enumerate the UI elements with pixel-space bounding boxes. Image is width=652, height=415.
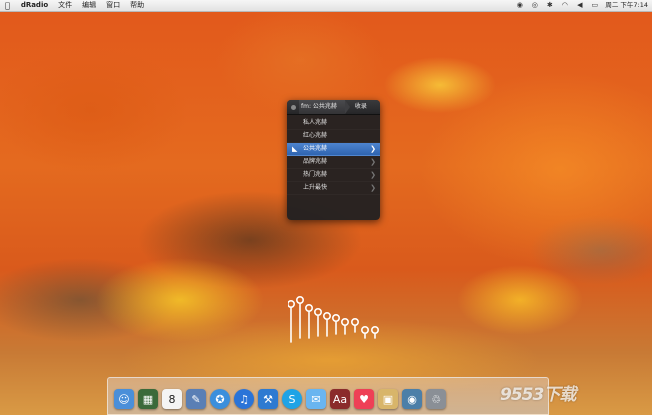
watermark: 9553下载 bbox=[500, 385, 576, 405]
channel-label: 公共兆赫 bbox=[303, 145, 328, 152]
bluetooth-icon[interactable]: ✱ bbox=[545, 2, 554, 9]
channel-item[interactable]: 私人兆赫 bbox=[287, 117, 380, 130]
safari-icon[interactable]: ✪ bbox=[210, 389, 230, 409]
package-icon[interactable]: ▣ bbox=[378, 389, 398, 409]
sync-icon[interactable]: ◎ bbox=[530, 2, 539, 9]
messages-icon[interactable]: ✉ bbox=[306, 389, 326, 409]
skype-icon[interactable]: S bbox=[282, 389, 302, 409]
menu-window[interactable]: 窗口 bbox=[101, 0, 125, 11]
apple-icon[interactable]:  bbox=[0, 0, 16, 11]
breadcrumb[interactable]: fm: 公共兆赫 bbox=[299, 100, 350, 114]
channel-item-selected[interactable]: ◣ 公共兆赫 ❯ bbox=[287, 143, 380, 156]
channel-item[interactable]: 品牌兆赫 ❯ bbox=[287, 156, 380, 169]
playing-icon: ◣ bbox=[292, 145, 298, 153]
trash-icon[interactable]: ♲ bbox=[426, 389, 446, 409]
dictionary-icon[interactable]: Aa bbox=[330, 389, 350, 409]
preview-icon[interactable]: ✎ bbox=[186, 389, 206, 409]
chevron-right-icon[interactable]: ❯ bbox=[370, 143, 376, 155]
channel-label: 上升最快 bbox=[303, 184, 328, 191]
tab-favorites[interactable]: 收录 bbox=[355, 100, 367, 114]
panel-header: fm: 公共兆赫 收录 bbox=[287, 100, 380, 115]
back-icon[interactable] bbox=[291, 104, 296, 110]
menu-app-name[interactable]: dRadio bbox=[16, 0, 53, 11]
channel-item[interactable]: 上升最快 ❯ bbox=[287, 182, 380, 195]
channel-label: 私人兆赫 bbox=[303, 119, 328, 126]
menu-help[interactable]: 帮助 bbox=[125, 0, 149, 11]
menu-clock[interactable]: 周二 下午7:14 bbox=[605, 0, 648, 11]
dradio-panel: fm: 公共兆赫 收录 私人兆赫 红心兆赫 ◣ 公共兆赫 ❯ 品牌兆赫 ❯ 热门… bbox=[287, 100, 380, 220]
finder-icon[interactable]: ☺ bbox=[114, 389, 134, 409]
chevron-right-icon[interactable]: ❯ bbox=[370, 156, 376, 168]
wifi-icon[interactable]: ◠ bbox=[560, 2, 569, 9]
camera-icon[interactable]: ◉ bbox=[402, 389, 422, 409]
volume-icon[interactable]: ◀ bbox=[575, 2, 584, 9]
channel-label: 红心兆赫 bbox=[303, 132, 328, 139]
channel-item[interactable]: 红心兆赫 bbox=[287, 130, 380, 143]
chevron-right-icon[interactable]: ❯ bbox=[370, 169, 376, 181]
channel-list: 私人兆赫 红心兆赫 ◣ 公共兆赫 ❯ 品牌兆赫 ❯ 热门兆赫 ❯ 上升最快 ❯ bbox=[287, 115, 380, 195]
mission-control-icon[interactable]: ▦ bbox=[138, 389, 158, 409]
pocket-icon[interactable]: ♥ bbox=[354, 389, 374, 409]
equalizer-graphic bbox=[288, 296, 380, 343]
xcode-icon[interactable]: ⚒ bbox=[258, 389, 278, 409]
dock-apps: ☺ ▦ 8 ✎ ✪ ♫ ⚒ S ✉ Aa ♥ ▣ ◉ ♲ bbox=[112, 379, 448, 409]
calendar-icon[interactable]: 8 bbox=[162, 389, 182, 409]
status-area: ◉ ◎ ✱ ◠ ◀ ▭ 周二 下午7:14 bbox=[512, 0, 648, 11]
itunes-icon[interactable]: ♫ bbox=[234, 389, 254, 409]
dradio-status-icon[interactable]: ◉ bbox=[515, 2, 524, 9]
channel-item[interactable]: 热门兆赫 ❯ bbox=[287, 169, 380, 182]
menu-file[interactable]: 文件 bbox=[53, 0, 77, 11]
menu-bar:  dRadio 文件 编辑 窗口 帮助 ◉ ◎ ✱ ◠ ◀ ▭ 周二 下午7:… bbox=[0, 0, 652, 12]
chevron-right-icon[interactable]: ❯ bbox=[370, 182, 376, 194]
battery-icon[interactable]: ▭ bbox=[590, 2, 599, 9]
menu-edit[interactable]: 编辑 bbox=[77, 0, 101, 11]
channel-label: 品牌兆赫 bbox=[303, 158, 328, 165]
channel-label: 热门兆赫 bbox=[303, 171, 328, 178]
